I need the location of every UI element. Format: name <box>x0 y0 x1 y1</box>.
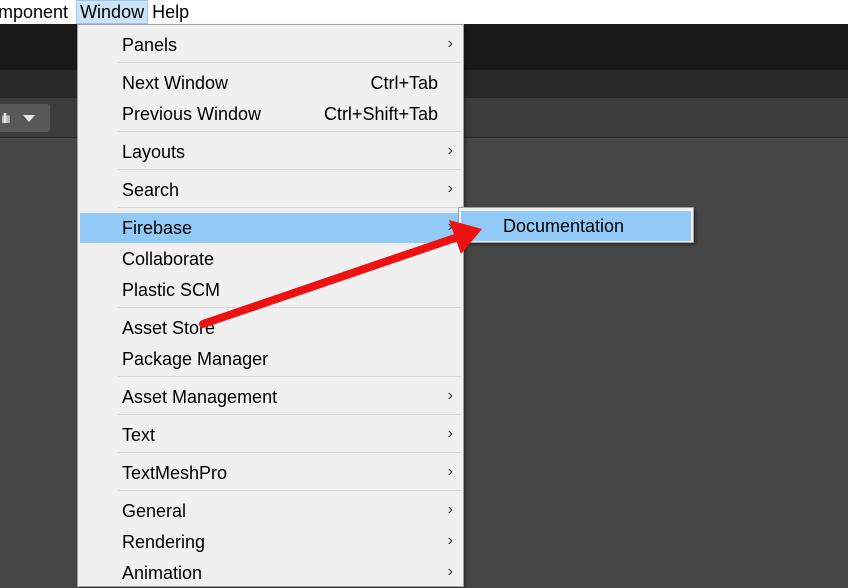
menu-item-textmeshpro[interactable]: TextMeshPro › <box>80 458 461 488</box>
menu-item-asset-management[interactable]: Asset Management › <box>80 382 461 412</box>
menu-item-label: Plastic SCM <box>122 280 221 300</box>
menu-item-label: Text <box>122 425 156 445</box>
menu-item-label: Panels <box>122 35 178 55</box>
menu-separator <box>118 452 461 453</box>
menu-item-firebase[interactable]: Firebase › <box>80 213 461 243</box>
menu-separator <box>118 414 461 415</box>
menu-item-panels[interactable]: Panels › <box>80 30 461 60</box>
menu-item-layouts[interactable]: Layouts › <box>80 137 461 167</box>
chevron-right-icon: › <box>447 218 453 235</box>
chevron-right-icon: › <box>447 142 453 159</box>
menu-item-documentation[interactable]: Documentation <box>461 211 691 241</box>
menu-separator <box>118 169 461 170</box>
chevron-right-icon: › <box>447 532 453 549</box>
menu-item-label: Search <box>122 180 180 200</box>
menu-item-label: Layouts <box>122 142 186 162</box>
menu-item-text[interactable]: Text › <box>80 420 461 450</box>
menu-item-collaborate[interactable]: Collaborate <box>80 244 461 274</box>
chevron-right-icon: › <box>447 180 453 197</box>
menu-item-shortcut: Ctrl+Shift+Tab <box>323 104 438 124</box>
menu-item-package-manager[interactable]: Package Manager <box>80 344 461 374</box>
menu-item-rendering[interactable]: Rendering › <box>80 527 461 557</box>
menu-separator <box>118 62 461 63</box>
menu-item-label: Asset Management <box>122 387 278 407</box>
menu-item-asset-store[interactable]: Asset Store <box>80 313 461 343</box>
menu-item-plastic-scm[interactable]: Plastic SCM <box>80 275 461 305</box>
firebase-submenu: Documentation <box>458 207 694 243</box>
menu-item-next-window[interactable]: Next Window Ctrl+Tab <box>80 68 461 98</box>
menu-item-label: Animation <box>122 563 203 583</box>
menu-item-label: TextMeshPro <box>122 463 228 483</box>
chevron-right-icon: › <box>447 463 453 480</box>
audio-dropdown[interactable]: ıllıı <box>0 104 50 132</box>
window-menu-dropdown: Panels › Next Window Ctrl+Tab Previous W… <box>77 24 464 587</box>
menu-separator <box>118 490 461 491</box>
menu-separator <box>118 131 461 132</box>
menu-item-shortcut: Ctrl+Tab <box>370 73 438 93</box>
menu-bar: mponent Window Help <box>0 0 848 24</box>
caret-down-icon <box>22 114 35 122</box>
chevron-right-icon: › <box>447 425 453 442</box>
waveform-icon: ıllıı <box>1 110 11 126</box>
menu-separator <box>118 376 461 377</box>
menu-item-label: Asset Store <box>122 318 216 338</box>
chevron-right-icon: › <box>447 387 453 404</box>
menu-window[interactable]: Window <box>76 0 149 24</box>
chevron-right-icon: › <box>447 501 453 518</box>
menu-item-previous-window[interactable]: Previous Window Ctrl+Shift+Tab <box>80 99 461 129</box>
chevron-right-icon: › <box>447 35 453 52</box>
chevron-right-icon: › <box>447 563 453 580</box>
menu-item-label: Rendering <box>122 532 206 552</box>
menu-component[interactable]: mponent <box>0 0 76 24</box>
menu-item-animation[interactable]: Animation › <box>80 558 461 588</box>
menu-item-label: General <box>122 501 187 521</box>
menu-help[interactable]: Help <box>148 0 193 24</box>
menu-item-search[interactable]: Search › <box>80 175 461 205</box>
menu-item-label: Documentation <box>503 216 625 236</box>
menu-item-label: Previous Window <box>122 104 262 124</box>
menu-item-general[interactable]: General › <box>80 496 461 526</box>
menu-item-label: Next Window <box>122 73 229 93</box>
menu-item-label: Firebase <box>122 218 193 238</box>
menu-item-label: Collaborate <box>122 249 215 269</box>
menu-item-label: Package Manager <box>122 349 269 369</box>
menu-separator <box>118 307 461 308</box>
menu-separator <box>118 207 461 208</box>
